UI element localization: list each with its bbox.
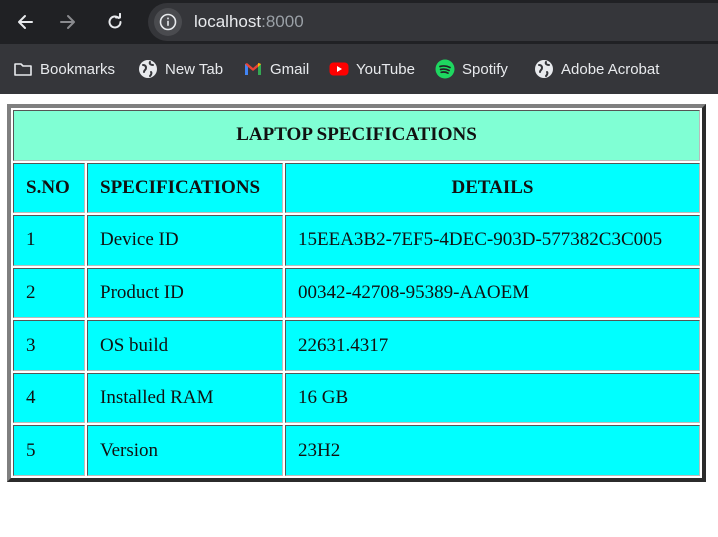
- forward-arrow-icon[interactable]: [57, 11, 79, 33]
- bookmark-label: Spotify: [462, 60, 508, 78]
- bookmark-adobe-acrobat[interactable]: Adobe Acrobat: [534, 58, 659, 80]
- bookmark-label: Adobe Acrobat: [561, 60, 660, 78]
- specs-table-frame: LAPTOP SPECIFICATIONS S.NO SPECIFICATION…: [7, 104, 706, 482]
- table-row: 1 Device ID 15EEA3B2-7EF5-4DEC-903D-5773…: [13, 215, 700, 266]
- youtube-icon: [329, 59, 349, 79]
- bookmark-label: Gmail: [270, 60, 310, 78]
- cell-specification: Device ID: [87, 215, 283, 266]
- cell-sno: 3: [13, 320, 85, 371]
- cell-sno: 4: [13, 372, 85, 424]
- bookmark-new-tab[interactable]: New Tab: [138, 58, 223, 80]
- bookmark-label: YouTube: [356, 60, 415, 78]
- bookmark-label: New Tab: [165, 60, 224, 78]
- header-details: DETAILS: [285, 162, 700, 214]
- cell-detail: 15EEA3B2-7EF5-4DEC-903D-577382C3C005: [285, 215, 700, 266]
- cell-detail: 23H2: [285, 425, 700, 476]
- bookmark-spotify[interactable]: Spotify: [435, 58, 508, 80]
- cell-detail: 22631.4317: [285, 320, 700, 371]
- folder-icon: [13, 59, 33, 79]
- url-port: :8000: [261, 12, 304, 31]
- table-row: 2 Product ID 00342-42708-95389-AAOEM: [13, 267, 700, 319]
- address-bar[interactable]: localhost:8000: [148, 3, 718, 41]
- table-row: 5 Version 23H2: [13, 425, 700, 476]
- reload-icon[interactable]: [104, 11, 126, 33]
- cell-specification: Product ID: [87, 267, 283, 319]
- bookmark-label: Bookmarks: [40, 60, 116, 78]
- header-sno: S.NO: [13, 162, 85, 214]
- spotify-icon: [435, 59, 455, 79]
- cell-sno: 5: [13, 425, 85, 476]
- globe-icon: [138, 59, 158, 79]
- browser-toolbar: localhost:8000: [0, 0, 718, 44]
- cell-specification: Version: [87, 425, 283, 476]
- cell-sno: 2: [13, 267, 85, 319]
- bookmark-bookmarks[interactable]: Bookmarks: [13, 58, 115, 80]
- table-row: 4 Installed RAM 16 GB: [13, 372, 700, 424]
- cell-sno: 1: [13, 215, 85, 266]
- site-info-icon[interactable]: [154, 8, 182, 36]
- table-title: LAPTOP SPECIFICATIONS: [13, 110, 700, 161]
- cell-detail: 00342-42708-95389-AAOEM: [285, 267, 700, 319]
- cell-specification: Installed RAM: [87, 372, 283, 424]
- bookmark-youtube[interactable]: YouTube: [329, 58, 415, 80]
- cell-specification: OS build: [87, 320, 283, 371]
- gmail-icon: [243, 59, 263, 79]
- cell-detail: 16 GB: [285, 372, 700, 424]
- bookmarks-bar: Bookmarks New Tab Gmail YouTube Spotify …: [0, 44, 718, 94]
- header-row: S.NO SPECIFICATIONS DETAILS: [13, 162, 700, 214]
- laptop-specs-table: LAPTOP SPECIFICATIONS S.NO SPECIFICATION…: [11, 108, 702, 478]
- table-row: 3 OS build 22631.4317: [13, 320, 700, 371]
- globe-icon: [534, 59, 554, 79]
- bookmark-gmail[interactable]: Gmail: [243, 58, 309, 80]
- title-row: LAPTOP SPECIFICATIONS: [13, 110, 700, 161]
- back-arrow-icon[interactable]: [14, 11, 36, 33]
- header-specifications: SPECIFICATIONS: [87, 162, 283, 214]
- url-text[interactable]: localhost:8000: [194, 12, 304, 32]
- url-host: localhost: [194, 12, 262, 31]
